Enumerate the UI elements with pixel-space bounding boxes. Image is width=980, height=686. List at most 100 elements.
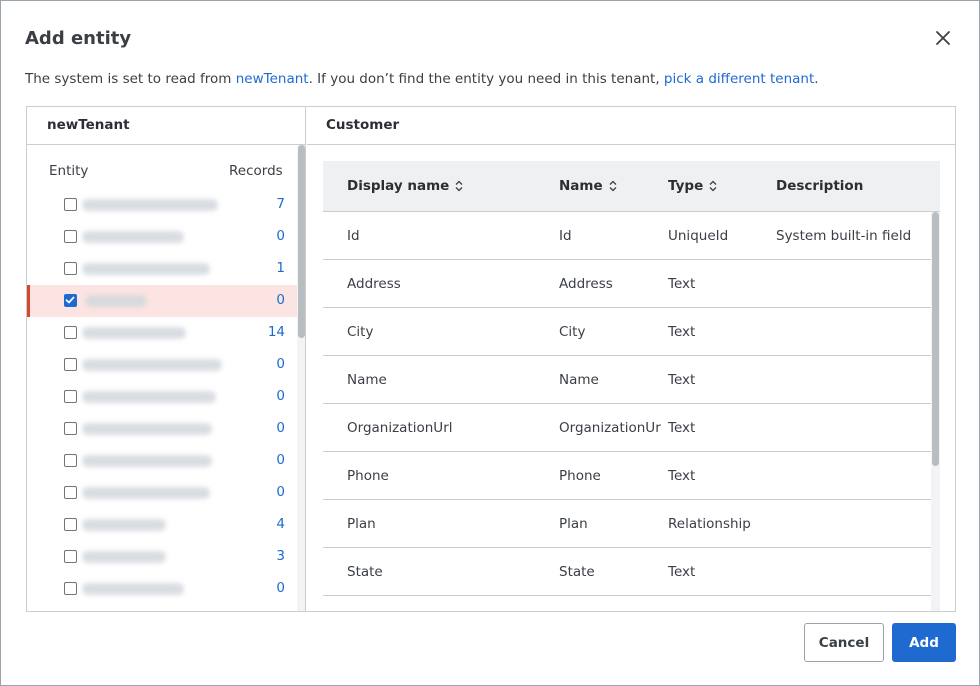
cell-name: Plan <box>559 516 588 532</box>
subtitle-text: . <box>814 71 819 87</box>
entity-checkbox[interactable] <box>64 326 77 339</box>
entity-name-redacted <box>82 455 212 467</box>
entity-name-redacted <box>82 583 184 595</box>
cell-display-name: Name <box>347 372 387 388</box>
table-row: OrganizationUrl OrganizationUrl Text <box>323 404 931 452</box>
entity-row[interactable]: 0 <box>27 349 297 381</box>
cell-display-name: Address <box>347 276 401 292</box>
entity-checkbox[interactable] <box>64 358 77 371</box>
cell-name: City <box>559 324 586 340</box>
entity-record-count: 7 <box>276 196 285 212</box>
table-row: Phone Phone Text <box>323 452 931 500</box>
entity-checkbox[interactable] <box>64 198 77 211</box>
table-row: Name Name Text <box>323 356 931 404</box>
close-icon[interactable] <box>931 26 955 50</box>
entity-checkbox[interactable] <box>64 518 77 531</box>
tenant-header: newTenant <box>27 107 305 145</box>
table-header: Display name Name Type Description <box>323 161 940 212</box>
entity-row[interactable]: 0 <box>27 477 297 509</box>
type-column-header[interactable]: Type <box>668 178 717 194</box>
entity-row[interactable]: 0 <box>27 381 297 413</box>
sort-icon <box>455 180 463 192</box>
table-row: Plan Plan Relationship <box>323 500 931 548</box>
field-table-scrollbar[interactable] <box>931 212 940 611</box>
entity-list-scrollbar[interactable] <box>297 145 305 611</box>
entity-picker-panel: newTenant Entity Records 7 0 1 0 14 0 0 0 0 0 4 3 0 … <box>26 106 956 612</box>
entity-record-count: 4 <box>276 516 285 532</box>
name-column-header[interactable]: Name <box>559 178 617 194</box>
entity-row[interactable]: 0 <box>27 413 297 445</box>
cell-name: Phone <box>559 468 601 484</box>
cell-type: Text <box>668 420 696 436</box>
subtitle-text: . If you don’t find the entity you need … <box>308 71 664 87</box>
entity-row[interactable]: 0 <box>27 573 297 605</box>
entity-name-redacted <box>85 295 147 307</box>
entity-name-redacted <box>82 359 222 371</box>
entity-row[interactable]: 3 <box>27 541 297 573</box>
entity-checkbox[interactable] <box>64 550 77 563</box>
cell-display-name: Plan <box>347 516 376 532</box>
cell-display-name: Phone <box>347 468 389 484</box>
cell-type: Text <box>668 276 696 292</box>
entity-checkbox[interactable] <box>64 454 77 467</box>
cell-display-name: OrganizationUrl <box>347 420 453 436</box>
entity-checkbox[interactable] <box>64 230 77 243</box>
column-label: Display name <box>347 178 450 194</box>
entity-row[interactable]: 0 <box>27 285 297 317</box>
entity-record-count: 3 <box>276 548 285 564</box>
pick-different-tenant-link[interactable]: pick a different tenant <box>664 71 814 87</box>
table-row: City City Text <box>323 308 931 356</box>
entity-checkbox[interactable] <box>64 390 77 403</box>
entity-name-redacted <box>82 423 212 435</box>
description-column-header: Description <box>776 178 864 194</box>
cell-display-name: City <box>347 324 374 340</box>
cell-name: OrganizationUrl <box>559 420 662 436</box>
sort-icon <box>709 180 717 192</box>
entity-checkbox[interactable] <box>64 582 77 595</box>
entity-header: Customer <box>307 107 955 145</box>
cell-display-name: Id <box>347 228 360 244</box>
table-row: Id Id UniqueId System built-in field <box>323 212 931 260</box>
cell-type: Text <box>668 324 696 340</box>
cell-name: State <box>559 564 595 580</box>
entity-record-count: 14 <box>267 324 285 340</box>
entity-checkbox[interactable] <box>64 422 77 435</box>
entity-name-redacted <box>82 519 166 531</box>
cell-name: Address <box>559 276 613 292</box>
sort-icon <box>609 180 617 192</box>
cell-type: Relationship <box>668 516 751 532</box>
entity-name-redacted <box>82 231 184 243</box>
entity-checkbox[interactable] <box>64 294 77 307</box>
entity-name-redacted <box>82 263 210 275</box>
column-label: Name <box>559 178 603 194</box>
scrollbar-thumb[interactable] <box>298 145 305 338</box>
entity-name-redacted <box>82 199 218 211</box>
entity-checkbox[interactable] <box>64 486 77 499</box>
cell-name: Name <box>559 372 599 388</box>
entity-row[interactable]: 0 <box>27 445 297 477</box>
display-name-column-header[interactable]: Display name <box>347 178 463 194</box>
entity-checkbox[interactable] <box>64 262 77 275</box>
field-table: Display name Name Type Description Id Id U… <box>307 145 955 611</box>
cell-description: System built-in field <box>776 228 912 244</box>
add-button[interactable]: Add <box>892 623 956 662</box>
entity-row[interactable]: 0 <box>27 221 297 253</box>
dialog-title: Add entity <box>25 28 132 49</box>
tenant-link[interactable]: newTenant <box>236 71 309 87</box>
entity-name-redacted <box>82 327 186 339</box>
check-icon <box>65 296 75 304</box>
table-row: State State Text <box>323 548 931 596</box>
entity-name-redacted <box>82 551 166 563</box>
entity-row[interactable]: 4 <box>27 509 297 541</box>
add-entity-dialog: Add entity The system is set to read fro… <box>0 0 980 686</box>
entity-name-redacted <box>82 487 210 499</box>
field-list-panel: Customer Display name Name Type Descript… <box>307 107 955 611</box>
scrollbar-thumb[interactable] <box>932 212 939 466</box>
entity-row[interactable]: 14 <box>27 317 297 349</box>
entity-record-count: 0 <box>276 388 285 404</box>
records-column-header: Records <box>229 163 283 179</box>
entity-name-redacted <box>82 391 216 403</box>
entity-row[interactable]: 1 <box>27 253 297 285</box>
entity-row[interactable]: 7 <box>27 189 297 221</box>
cancel-button[interactable]: Cancel <box>804 623 884 662</box>
